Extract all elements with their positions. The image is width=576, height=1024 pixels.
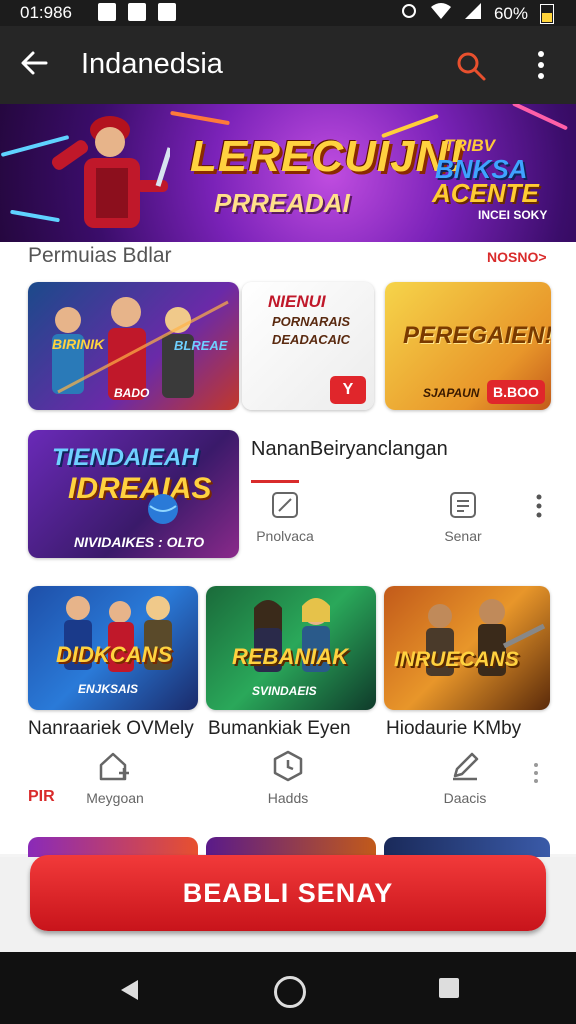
featured-card-2-badge: Y xyxy=(330,376,366,404)
promo-action-share-label: Pnolvaca xyxy=(256,528,314,544)
promo-action-share[interactable]: Pnolvaca xyxy=(250,490,320,544)
promo-card-line1: TIENDAIEAH xyxy=(52,444,199,471)
promo-title: NananBeiryanclangan xyxy=(251,438,448,460)
tools-more-icon[interactable] xyxy=(533,762,539,789)
featured-card-1-sub: BLREAE xyxy=(174,338,228,353)
banner-right-line1: TRIBV xyxy=(444,136,495,155)
game-label-2[interactable]: Bumankiak Eyen xyxy=(208,718,351,740)
nav-back-icon[interactable] xyxy=(118,978,140,1007)
next-row-card-3[interactable] xyxy=(384,837,550,857)
battery-icon xyxy=(540,3,554,24)
section-title: Permuias Bdlar xyxy=(28,244,172,267)
tool-edit[interactable]: Daacis xyxy=(430,750,500,806)
battery-percent: 60% xyxy=(493,3,528,23)
hero-character-illustration xyxy=(51,116,170,228)
featured-card-2-sub: PORNARAIS xyxy=(272,314,351,329)
featured-card-3-text: PEREGAIEN! xyxy=(403,322,551,349)
edit-square-icon xyxy=(272,492,298,518)
banner-subtitle: PRREADAI xyxy=(214,188,350,218)
home-add-icon xyxy=(99,752,129,781)
featured-card-3-badge: B.BOO xyxy=(487,380,545,404)
system-nav-bar xyxy=(0,952,576,1024)
next-row-card-1[interactable] xyxy=(28,837,198,857)
next-row-card-2[interactable] xyxy=(206,837,376,857)
promo-title-underline xyxy=(251,480,299,483)
featured-card-1-foot: BADO xyxy=(114,386,150,400)
tool-clock[interactable]: Hadds xyxy=(253,750,323,806)
game-card-3[interactable]: INRUECANS xyxy=(384,586,550,710)
image-notification-icon xyxy=(98,3,116,21)
game-card-1[interactable]: DIDKCANS ENJKSAIS xyxy=(28,586,198,710)
featured-card-1[interactable]: BIRINIK BLREAE BADO xyxy=(28,282,239,410)
back-arrow-icon[interactable] xyxy=(20,49,48,82)
game-label-1[interactable]: Nanraariek OVMely xyxy=(28,718,194,740)
game-card-2[interactable]: REBANIAK SVINDAEIS xyxy=(206,586,376,710)
featured-card-2-sub2: DEADACAIC xyxy=(272,332,350,347)
signal-icon xyxy=(464,2,482,25)
status-time: 01:986 xyxy=(20,3,72,22)
promo-card[interactable]: TIENDAIEAH IDREAIAS NIVIDAIKES : OLTO xyxy=(28,430,239,558)
clock-shield-icon xyxy=(273,750,303,782)
game-card-2-art-text: REBANIAK xyxy=(232,644,349,669)
promo-banner[interactable]: LERECUIJN! PRREADAI TRIBV BNKSA ACENTE I… xyxy=(0,104,576,242)
promo-more-icon[interactable] xyxy=(535,494,543,523)
app-bar: Indanedsia xyxy=(0,26,576,104)
pencil-icon xyxy=(453,752,479,781)
search-icon[interactable] xyxy=(455,50,487,87)
game-label-3[interactable]: Hiodaurie KMby xyxy=(386,718,521,740)
status-right: 60% xyxy=(400,2,554,25)
game-card-1-art-sub: ENJKSAIS xyxy=(78,682,139,696)
tool-home[interactable]: Meygoan xyxy=(80,750,150,806)
tool-home-label: Meygoan xyxy=(86,790,144,806)
more-options-icon[interactable] xyxy=(536,50,546,85)
promo-card-foot: NIVIDAIKES : OLTO xyxy=(74,534,205,550)
game-card-2-art-sub: SVINDAEIS xyxy=(252,684,317,698)
tools-left-tag: PIR xyxy=(28,788,55,805)
promo-card-line2: IDREAIAS xyxy=(68,472,212,505)
page-title: Indanedsia xyxy=(81,48,223,80)
promo-action-list-label: Senar xyxy=(444,528,482,544)
game-card-3-art-text: INRUECANS xyxy=(394,648,519,671)
file-notification-icon xyxy=(158,3,176,21)
tool-edit-label: Daacis xyxy=(443,790,487,806)
featured-card-3-foot: SJAPAUN xyxy=(423,386,480,400)
primary-cta-button[interactable]: BEABLI SENAY xyxy=(30,855,546,931)
status-notification-icons xyxy=(98,3,176,21)
globe-illustration xyxy=(148,494,178,524)
nav-home-icon[interactable] xyxy=(274,976,306,1008)
nav-recents-icon[interactable] xyxy=(439,978,459,998)
banner-title: LERECUIJN! xyxy=(190,132,465,181)
featured-card-1-text: BIRINIK xyxy=(52,336,105,352)
sync-icon xyxy=(400,2,418,25)
game-card-1-art-text: DIDKCANS xyxy=(56,642,173,667)
wifi-icon xyxy=(430,2,452,25)
banner-right-line3: ACENTE xyxy=(432,178,539,208)
featured-card-3[interactable]: PEREGAIEN! SJAPAUN B.BOO xyxy=(385,282,551,410)
featured-card-2[interactable]: NIENUI PORNARAIS DEADACAIC Y xyxy=(242,282,374,410)
section-more-link[interactable]: NOSNO> xyxy=(487,249,547,265)
tool-clock-label: Hadds xyxy=(267,790,309,806)
list-icon xyxy=(450,492,476,518)
banner-right-small: INCEI SOKY xyxy=(478,208,548,222)
featured-card-2-text: NIENUI xyxy=(268,292,326,311)
main-content: Permuias Bdlar NOSNO> BIRINIK BLREAE BAD… xyxy=(0,242,576,854)
app-notification-icon xyxy=(128,3,146,21)
promo-action-list[interactable]: Senar xyxy=(428,490,498,544)
status-bar: 01:986 60% xyxy=(0,0,576,26)
